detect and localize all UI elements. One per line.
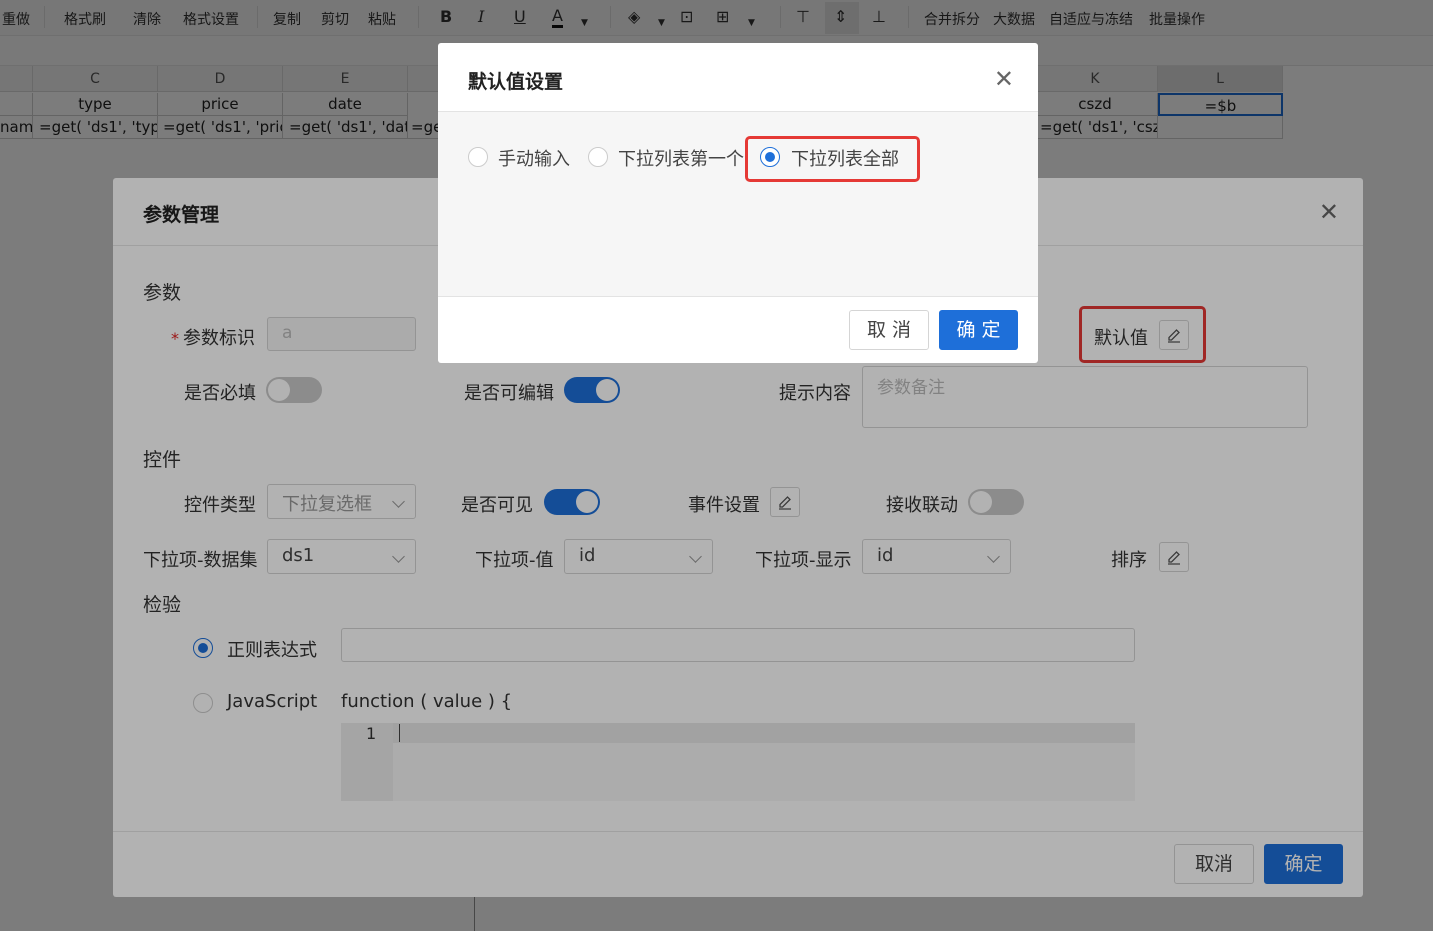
dialog-title: 默认值设置 xyxy=(468,71,564,93)
close-icon[interactable]: ✕ xyxy=(994,65,1014,93)
dialog-body: 手动输入 下拉列表第一个 下拉列表全部 xyxy=(438,111,1038,297)
option-first-radio[interactable] xyxy=(588,147,608,167)
option-manual-label[interactable]: 手动输入 xyxy=(498,145,570,171)
confirm-button[interactable]: 确 定 xyxy=(939,310,1018,350)
option-first-label[interactable]: 下拉列表第一个 xyxy=(618,145,744,171)
option-manual-radio[interactable] xyxy=(468,147,488,167)
highlight-box xyxy=(745,136,920,182)
default-value-dialog: 默认值设置 ✕ 手动输入 下拉列表第一个 下拉列表全部 取 消 确 定 xyxy=(438,43,1038,363)
cancel-button[interactable]: 取 消 xyxy=(849,310,929,350)
